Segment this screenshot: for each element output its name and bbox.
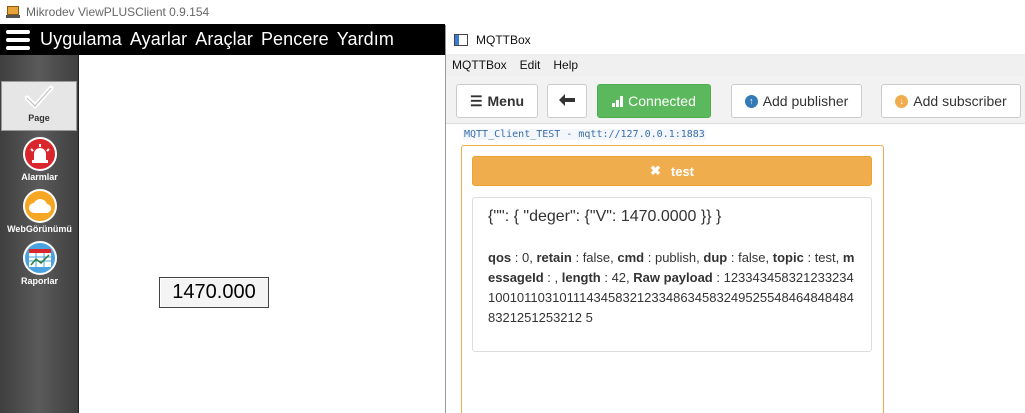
mqttbox-app-icon	[454, 33, 468, 46]
hamburger-icon: ☰	[469, 92, 483, 109]
meta-dup: false	[738, 250, 766, 265]
subscriber-panel: ✖ test {"": { "deger": {"V": 1470.0000 }…	[461, 145, 884, 413]
value-display[interactable]: 1470.000	[159, 277, 269, 308]
meta-qos: 0	[521, 250, 530, 265]
report-grid-icon	[22, 241, 57, 275]
app-titlebar: Mikrodev ViewPLUSClient 0.9.154	[0, 0, 1025, 24]
mqttbox-window-title: MQTTBox	[476, 32, 531, 47]
sidebar-item-label: Raporlar	[20, 276, 58, 286]
sidebar-item-alarmlar[interactable]: Alarmlar	[0, 137, 79, 182]
menu-yardim[interactable]: Yardım	[337, 29, 394, 50]
app-menubar: Uygulama Ayarlar Araçlar Pencere Yardım	[0, 24, 445, 55]
connected-button[interactable]: Connected	[597, 84, 711, 118]
menu-pencere[interactable]: Pencere	[261, 29, 329, 50]
menu-uygulama[interactable]: Uygulama	[40, 29, 122, 50]
message-meta: qos : 0, retain : false, cmd : publish, …	[488, 250, 855, 325]
add-subscriber-label: Add subscriber	[913, 93, 1007, 109]
mqttbox-menubar: MQTTBox Edit Help	[446, 54, 1025, 76]
mqttbox-toolbar: ☰ Menu Connected ↑ Add publisher ↓ Add s…	[446, 76, 1025, 124]
message-card: {"": { "deger": {"V": 1470.0000 }} } qos…	[472, 197, 872, 352]
message-payload: {"": { "deger": {"V": 1470.0000 }} }	[488, 208, 722, 225]
mqttbox-titlebar: MQTTBox	[446, 25, 1025, 54]
connected-button-label: Connected	[628, 93, 696, 109]
cloud-icon	[22, 189, 57, 223]
arrow-down-circle-icon: ↓	[895, 94, 909, 108]
sidebar-item-webgorunumu[interactable]: WebGörünümü	[0, 189, 79, 234]
back-button[interactable]	[547, 84, 587, 118]
app-window-title: Mikrodev ViewPLUSClient 0.9.154	[26, 5, 210, 19]
menu-araclar[interactable]: Araçlar	[195, 29, 253, 50]
meta-cmd: publish	[654, 250, 697, 265]
meta-retain: false	[582, 250, 611, 265]
sidebar-item-label: Page	[28, 113, 50, 123]
menu-ayarlar[interactable]: Ayarlar	[130, 29, 187, 50]
sidebar-item-raporlar[interactable]: Raporlar	[0, 241, 79, 286]
page-canvas: 1470.000	[80, 55, 445, 413]
signal-bars-icon	[612, 95, 624, 107]
check-icon	[22, 82, 56, 112]
app-sidebar: Page Alarmlar WebGörünümü Raporlar	[0, 55, 79, 413]
menu-edit[interactable]: Edit	[520, 58, 541, 72]
hamburger-menu-icon[interactable]	[6, 29, 30, 50]
add-subscriber-button[interactable]: ↓ Add subscriber	[881, 84, 1021, 118]
add-publisher-label: Add publisher	[762, 93, 849, 109]
arrow-up-circle-icon: ↑	[744, 94, 758, 108]
alarm-siren-icon	[22, 137, 57, 171]
connection-label: MQTT_Client_TEST - mqtt://127.0.0.1:1883	[463, 129, 706, 140]
meta-length: 42	[611, 270, 627, 285]
sidebar-item-page[interactable]: Page	[1, 81, 77, 131]
sidebar-item-label: Alarmlar	[21, 172, 58, 182]
menu-help[interactable]: Help	[553, 58, 578, 72]
sidebar-item-label: WebGörünümü	[7, 224, 72, 234]
subscriber-topic-bar[interactable]: ✖ test	[472, 156, 872, 186]
menu-mqttbox[interactable]: MQTTBox	[452, 58, 507, 72]
mqttbox-window: MQTTBox MQTTBox Edit Help ☰ Menu Connect…	[445, 25, 1025, 413]
close-icon[interactable]: ✖	[650, 163, 661, 179]
add-publisher-button[interactable]: ↑ Add publisher	[731, 84, 862, 118]
app-computer-icon	[6, 6, 20, 18]
meta-topic: test	[814, 250, 836, 265]
menu-button-label: Menu	[487, 93, 525, 109]
subscriber-topic: test	[670, 163, 695, 179]
menu-button[interactable]: ☰ Menu	[456, 84, 538, 118]
arrow-left-icon	[559, 93, 575, 109]
